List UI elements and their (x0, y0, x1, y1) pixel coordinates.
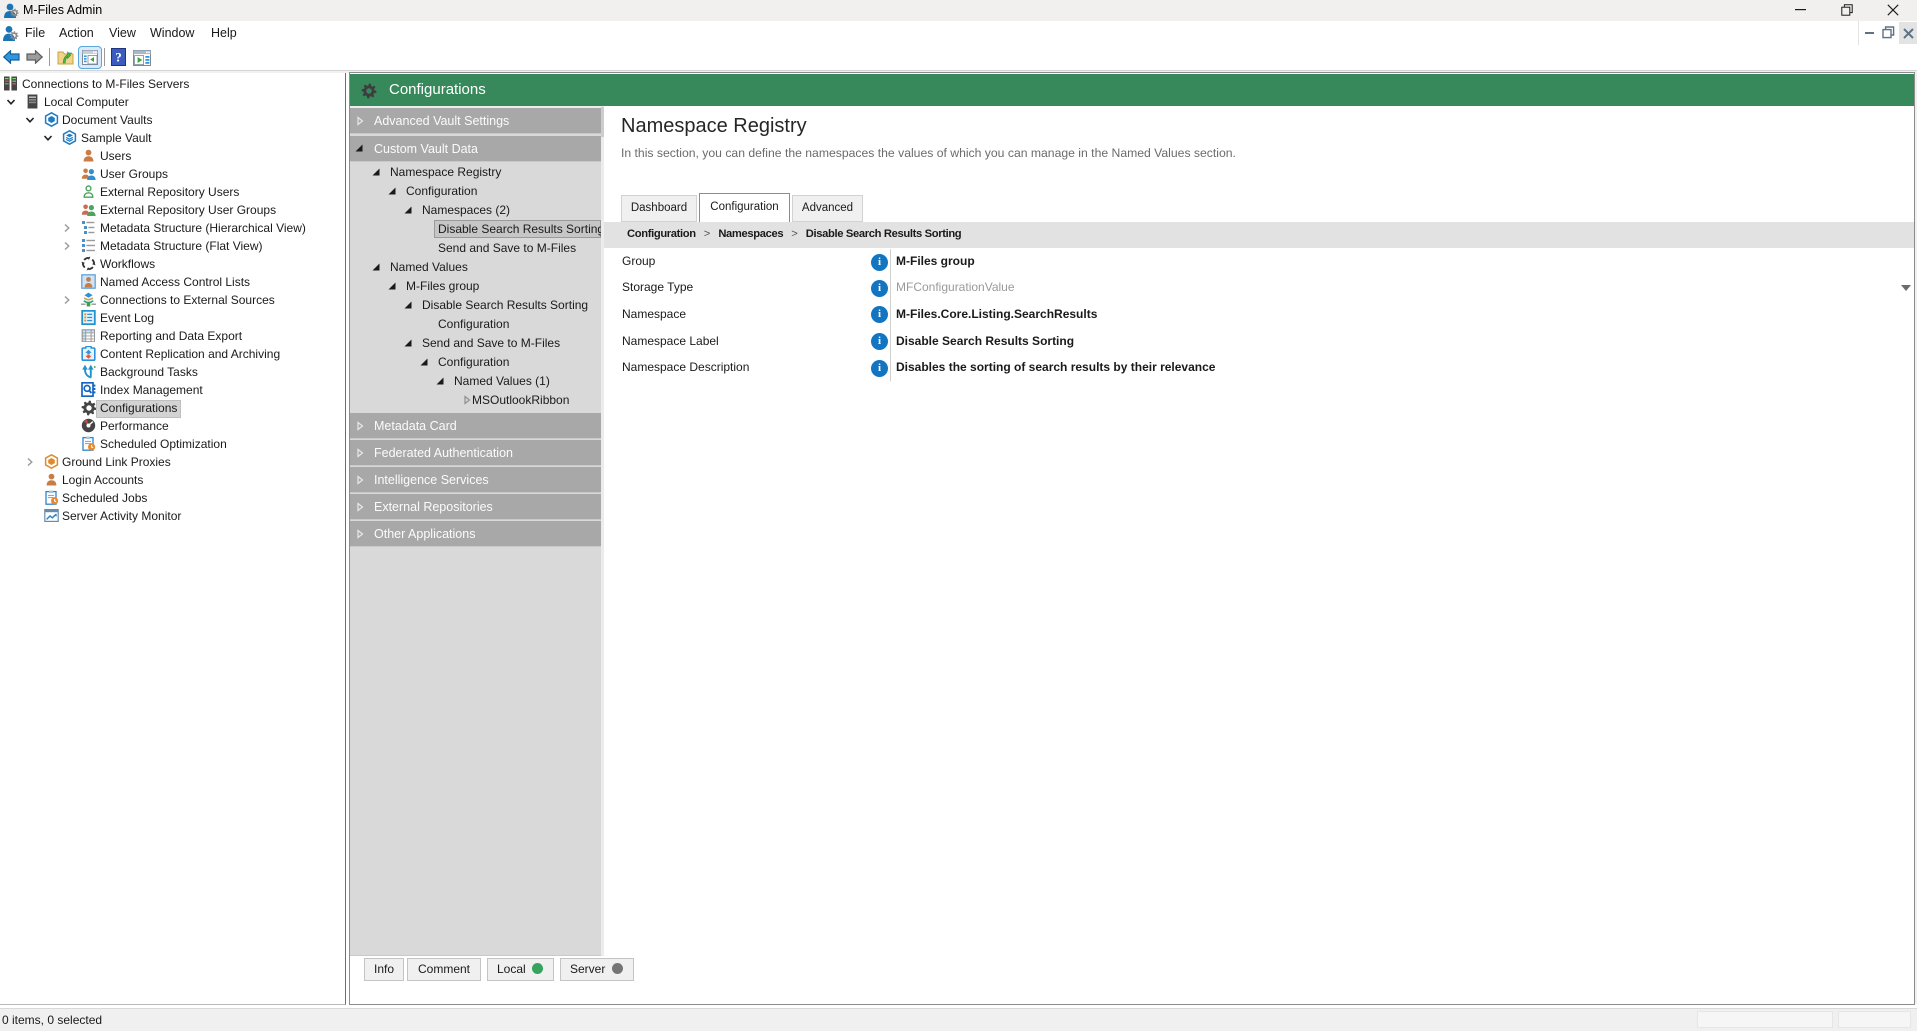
svg-text:?: ? (115, 50, 122, 65)
